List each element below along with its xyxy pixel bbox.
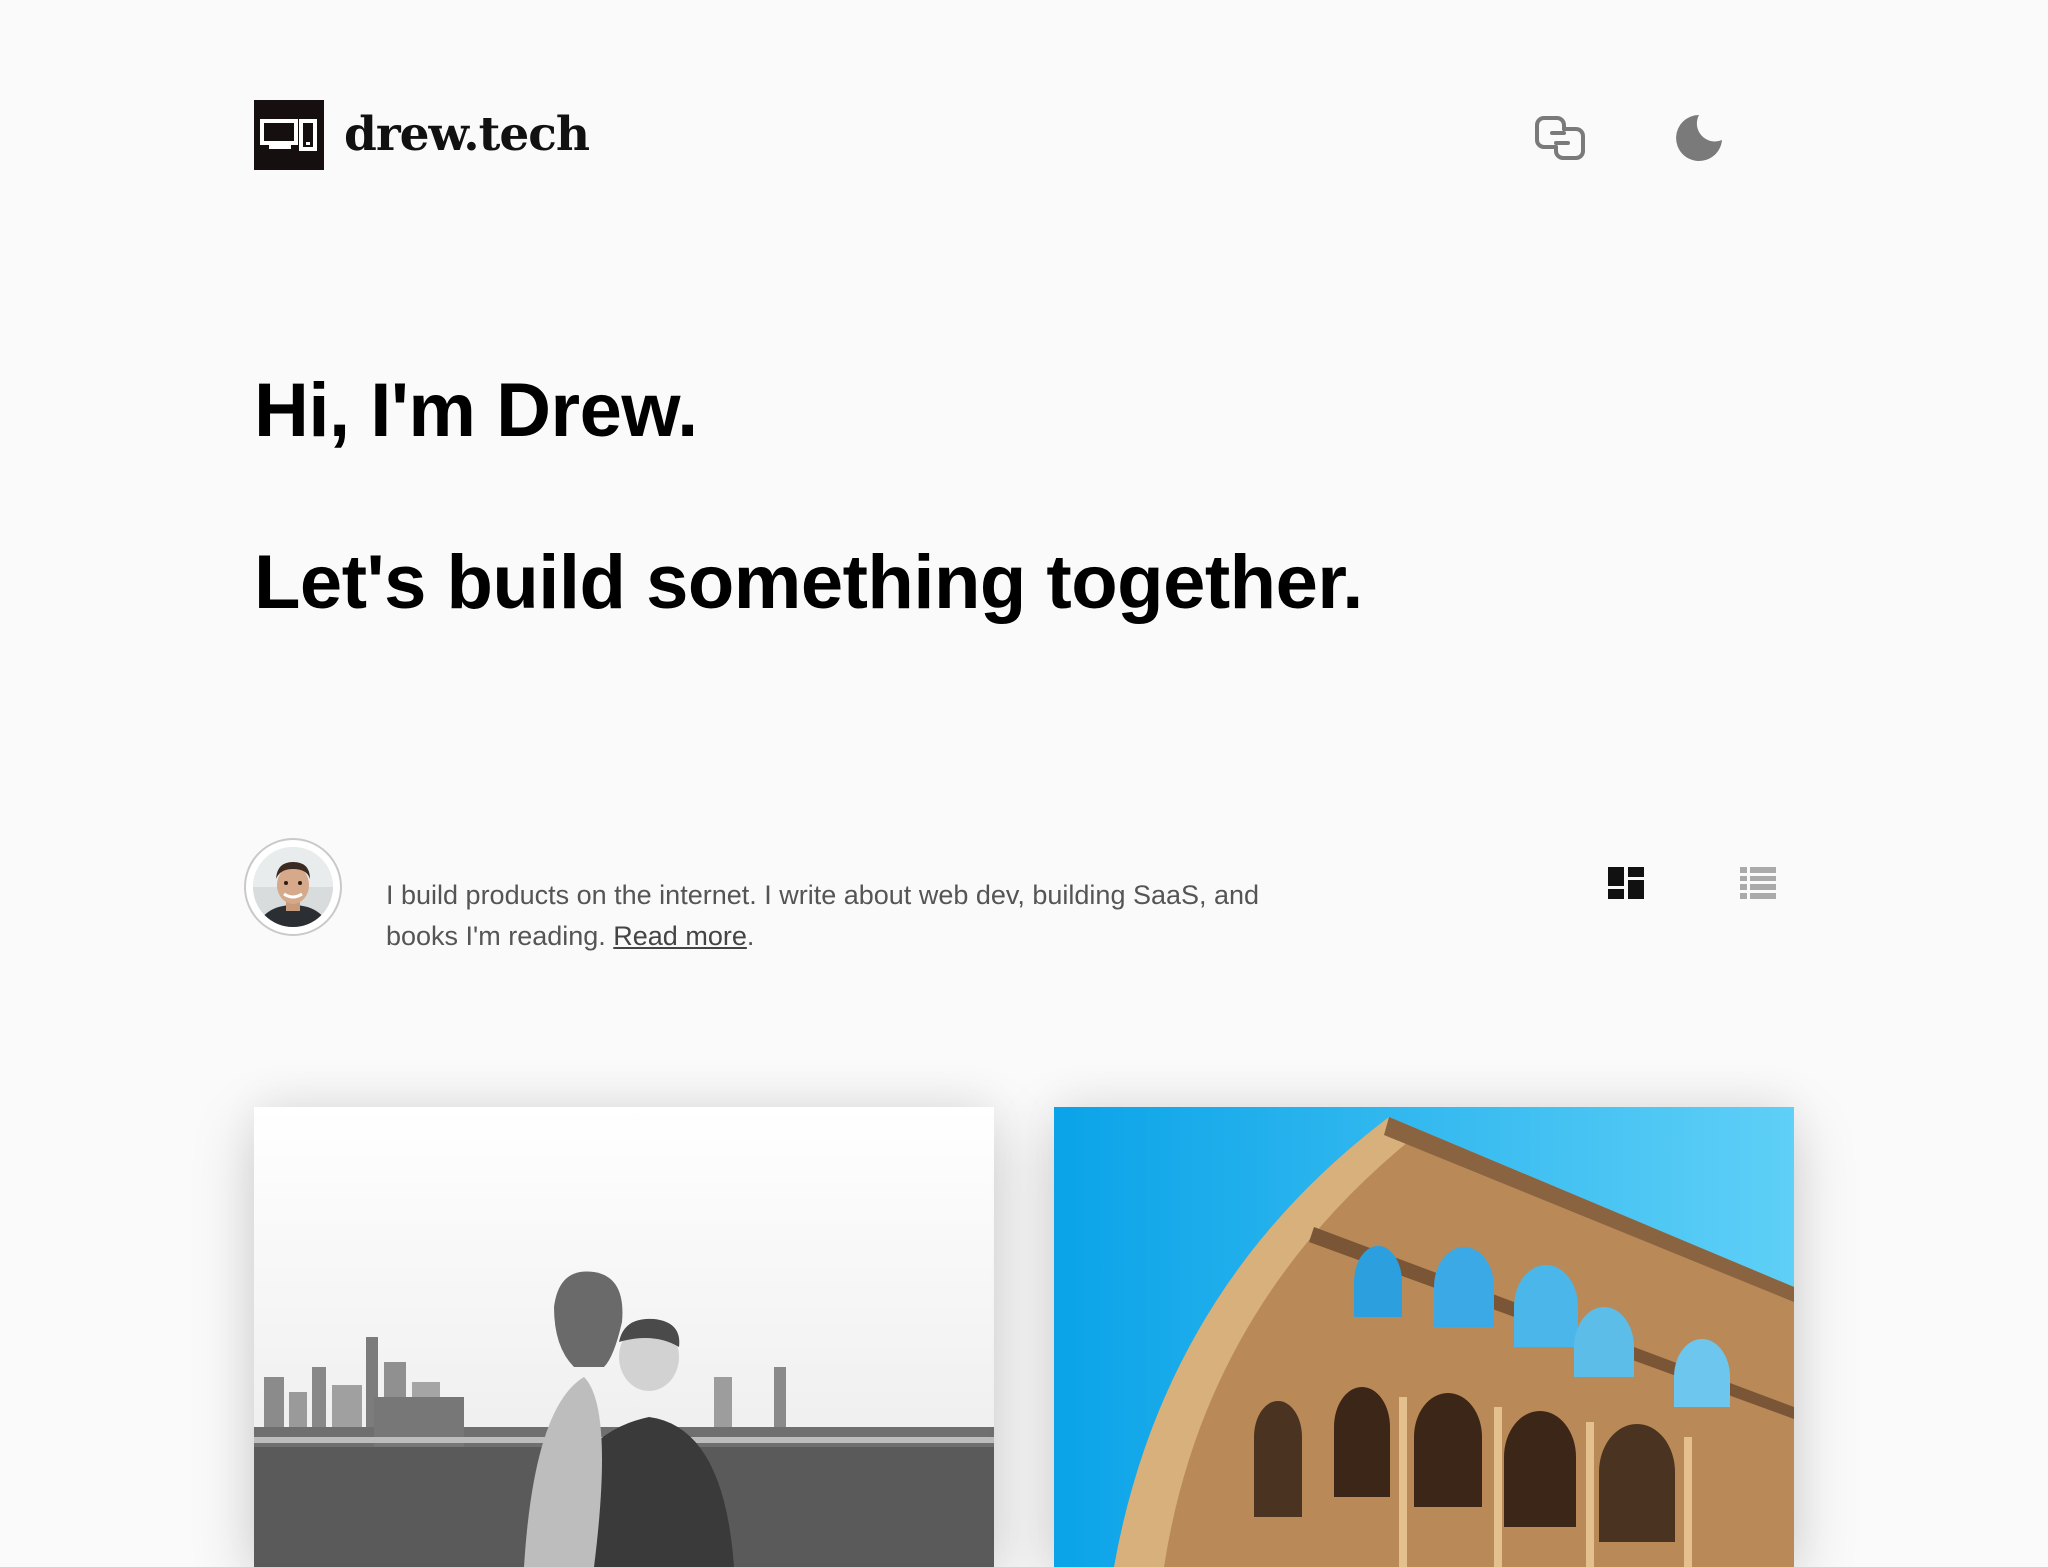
intro-section: I build products on the internet. I writ… bbox=[244, 838, 1778, 951]
site-logo[interactable]: drew.tech bbox=[254, 100, 590, 170]
chat-links-icon[interactable] bbox=[1532, 110, 1588, 166]
hero-section: Hi, I'm Drew. Let's build something toge… bbox=[254, 365, 1363, 629]
site-header: drew.tech bbox=[254, 100, 1778, 172]
list-view-button[interactable] bbox=[1730, 858, 1786, 908]
couple-photo bbox=[254, 1107, 994, 1567]
hero-tagline: Let's build something together. bbox=[254, 540, 1363, 625]
devices-icon bbox=[254, 100, 324, 170]
bio-text: I build products on the internet. I writ… bbox=[386, 875, 1266, 957]
avatar[interactable] bbox=[244, 838, 342, 936]
bio-period: . bbox=[746, 921, 755, 951]
moon-icon[interactable] bbox=[1671, 110, 1727, 166]
read-more-link[interactable]: Read more bbox=[613, 921, 747, 951]
site-title: drew.tech bbox=[344, 107, 590, 162]
avatar-photo bbox=[253, 847, 333, 927]
colosseum-photo bbox=[1054, 1107, 1794, 1567]
bio-body: I build products on the internet. I writ… bbox=[386, 880, 1260, 951]
grid-view-button[interactable] bbox=[1598, 858, 1654, 908]
hero-greeting: Hi, I'm Drew. bbox=[254, 368, 698, 453]
list-view-icon bbox=[1740, 867, 1776, 899]
grid-view-icon bbox=[1608, 867, 1644, 899]
post-card-couple-photo[interactable] bbox=[254, 1107, 994, 1567]
post-card-colosseum-photo[interactable] bbox=[1054, 1107, 1794, 1567]
